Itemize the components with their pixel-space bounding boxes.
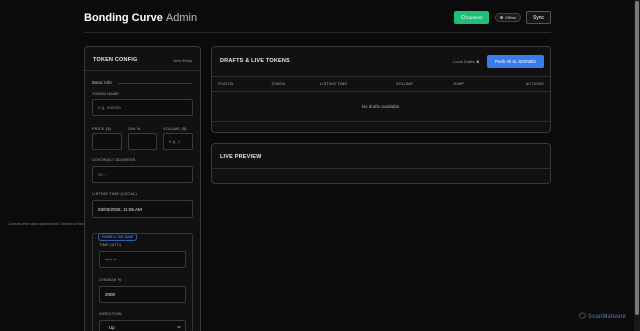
drafts-panel: DRAFTS & LIVE TOKENS Local Drafts: 0 Pus… — [211, 46, 551, 133]
contract-address-input[interactable]: 0x... — [92, 166, 193, 183]
time-utc-input[interactable]: --:-- -- — [99, 251, 186, 268]
brand-subtitle: Admin — [165, 12, 198, 24]
new-entry-button[interactable]: New Entry — [174, 58, 192, 63]
drafts-title: DRAFTS & LIVE TOKENS — [220, 58, 290, 64]
column-listing-time: LISTING TIME — [320, 82, 348, 86]
local-drafts-count: 0 — [476, 59, 479, 64]
listing-time-hint: Controls when token appears/exits. Defau… — [8, 222, 85, 226]
listing-time-label: LISTING TIME (LOCAL) — [92, 192, 137, 196]
contract-address-label: CONTRACT ADDRESS — [92, 158, 136, 162]
local-drafts-counter: Local Drafts: 0 — [453, 59, 479, 64]
basic-info-label: Basic Info — [92, 80, 112, 85]
column-volume: VOLUME — [396, 82, 414, 86]
token-name-input[interactable]: e.g. Solana — [92, 99, 193, 116]
change-percent-label: CHANGE % — [99, 278, 122, 282]
change24-input[interactable] — [128, 133, 157, 150]
panel-divider — [85, 70, 200, 71]
connection-status-badge: Offline — [495, 13, 521, 22]
column-actions: ACTIONS — [525, 82, 544, 86]
section-divider — [118, 83, 192, 84]
time-utc-value: --:-- -- — [105, 257, 117, 262]
status-dot-icon — [499, 16, 503, 19]
price-input[interactable] — [92, 133, 122, 150]
live-preview-panel: LIVE PREVIEW — [211, 143, 551, 184]
basic-info-heading: Basic Info — [92, 80, 192, 86]
scanmalware-logo-icon — [579, 312, 586, 321]
price-label: PRICE ($) — [92, 127, 112, 131]
listing-time-input[interactable]: 03/03/2026, 11:55 AM — [92, 200, 193, 218]
live-preview-title: LIVE PREVIEW — [220, 154, 262, 160]
column-status: STATUS — [218, 82, 234, 86]
empty-state-text: No drafts available. — [361, 104, 401, 109]
contract-address-placeholder: 0x... — [98, 172, 107, 177]
preview-divider — [212, 168, 550, 169]
volume-label: VOLUME ($) — [163, 127, 187, 131]
push-all-button[interactable]: Push All to JSONBin — [487, 55, 544, 68]
status-label: Offline — [504, 15, 517, 20]
column-jump: JUMP — [453, 82, 465, 86]
connect-button[interactable]: Connect — [454, 11, 489, 24]
sync-button[interactable]: Sync — [526, 11, 551, 24]
column-token: TOKEN — [271, 82, 286, 86]
direction-label: DIRECTION — [99, 312, 122, 316]
scanmalware-watermark: ScanMalware — [579, 312, 626, 321]
brand-name: Bonding Curve — [84, 12, 163, 24]
token-name-label: TOKEN NAME — [92, 92, 120, 96]
change24-label: 24H % — [128, 127, 141, 131]
change-percent-value: 2000 — [105, 292, 116, 297]
time-utc-label: TIME (UTC) — [99, 243, 122, 247]
token-config-title: TOKEN CONFIG — [93, 57, 138, 63]
app-title: Bonding Curve Admin — [84, 12, 197, 24]
listing-time-value: 03/03/2026, 11:55 AM — [98, 206, 142, 212]
token-name-placeholder: e.g. Solana — [98, 105, 121, 110]
connect-label: Connect — [465, 15, 483, 20]
volume-placeholder: e.g. 1 — [169, 139, 181, 144]
volume-input[interactable]: e.g. 1 — [163, 133, 193, 150]
header-divider — [84, 32, 551, 33]
wallet-icon — [460, 15, 465, 20]
phase-one-badge: PHASE 1: THE JUMP — [98, 233, 138, 241]
direction-select[interactable]: Up — [99, 320, 186, 331]
table-header: STATUS TOKEN LISTING TIME VOLUME JUMP AC… — [212, 76, 550, 92]
local-drafts-label: Local Drafts: — [453, 59, 476, 64]
chevron-down-icon — [177, 325, 181, 329]
table-divider — [212, 121, 550, 122]
phase-one-group — [92, 233, 193, 331]
watermark-text: ScanMalware — [588, 313, 627, 320]
change-percent-input[interactable]: 2000 — [99, 286, 186, 303]
direction-value: Up — [109, 325, 115, 330]
scrollbar-thumb[interactable] — [635, 1, 639, 315]
app-header: Bonding Curve Admin Connect Offline Sync — [84, 10, 551, 33]
